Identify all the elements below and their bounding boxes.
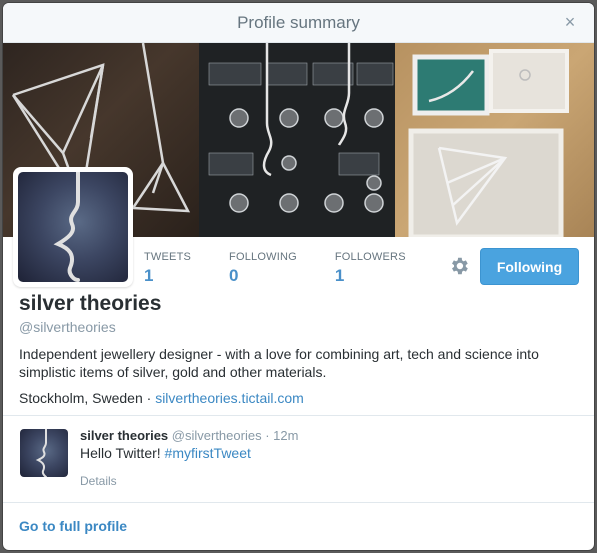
modal-header: Profile summary × <box>3 3 594 43</box>
tweet-author-name[interactable]: silver theories <box>80 428 168 443</box>
modal-title: Profile summary <box>237 13 360 32</box>
profile-avatar[interactable] <box>13 167 133 287</box>
stat-value: 1 <box>334 266 345 285</box>
avatar-image <box>18 172 128 282</box>
stat-following[interactable]: FOLLOWING 0 <box>229 251 297 286</box>
profile-handle: @silvertheories <box>19 319 116 335</box>
profile-location: Stockholm, Sweden <box>19 390 143 406</box>
divider <box>3 502 594 503</box>
tweet-timestamp[interactable]: · 12m <box>265 428 298 443</box>
profile-website-link[interactable]: silvertheories.tictail.com <box>155 390 304 406</box>
tweet-avatar[interactable] <box>20 429 68 477</box>
following-button[interactable]: Following <box>480 248 579 285</box>
tweet-header: silver theories @silvertheories · 12m <box>80 428 298 443</box>
profile-summary-modal: Profile summary × TWEETS 1 FOLLOWING 0 F… <box>3 3 594 550</box>
banner-photo-boxes <box>395 43 594 237</box>
meta-separator: · <box>142 390 156 406</box>
gear-icon[interactable] <box>448 255 470 277</box>
stat-value: 1 <box>144 266 154 285</box>
profile-name[interactable]: silver theories <box>19 292 161 316</box>
profile-stats: TWEETS 1 FOLLOWING 0 FOLLOWERS 1 <box>144 251 444 286</box>
tweet-details-link[interactable]: Details <box>80 474 117 488</box>
go-to-full-profile-link[interactable]: Go to full profile <box>19 518 127 534</box>
close-icon[interactable]: × <box>560 12 580 32</box>
stat-label: FOLLOWING <box>229 251 297 263</box>
tweet-author-handle: @silvertheories <box>171 428 262 443</box>
tweet-hashtag-link[interactable]: #myfirstTweet <box>165 445 251 461</box>
stat-tweets[interactable]: TWEETS 1 <box>144 251 191 286</box>
stat-followers[interactable]: FOLLOWERS 1 <box>335 251 406 286</box>
stat-value: 0 <box>229 266 239 285</box>
profile-meta: Stockholm, Sweden · silvertheories.ticta… <box>19 390 304 406</box>
divider <box>3 415 594 416</box>
tweet-text: Hello Twitter! #myfirstTweet <box>80 445 251 461</box>
stat-label: FOLLOWERS <box>334 251 406 263</box>
stat-label: TWEETS <box>144 251 192 263</box>
banner-photo-synth <box>199 43 395 237</box>
tweet-body: Hello Twitter! <box>80 445 165 461</box>
profile-bio: Independent jewellery designer - with a … <box>19 346 539 380</box>
